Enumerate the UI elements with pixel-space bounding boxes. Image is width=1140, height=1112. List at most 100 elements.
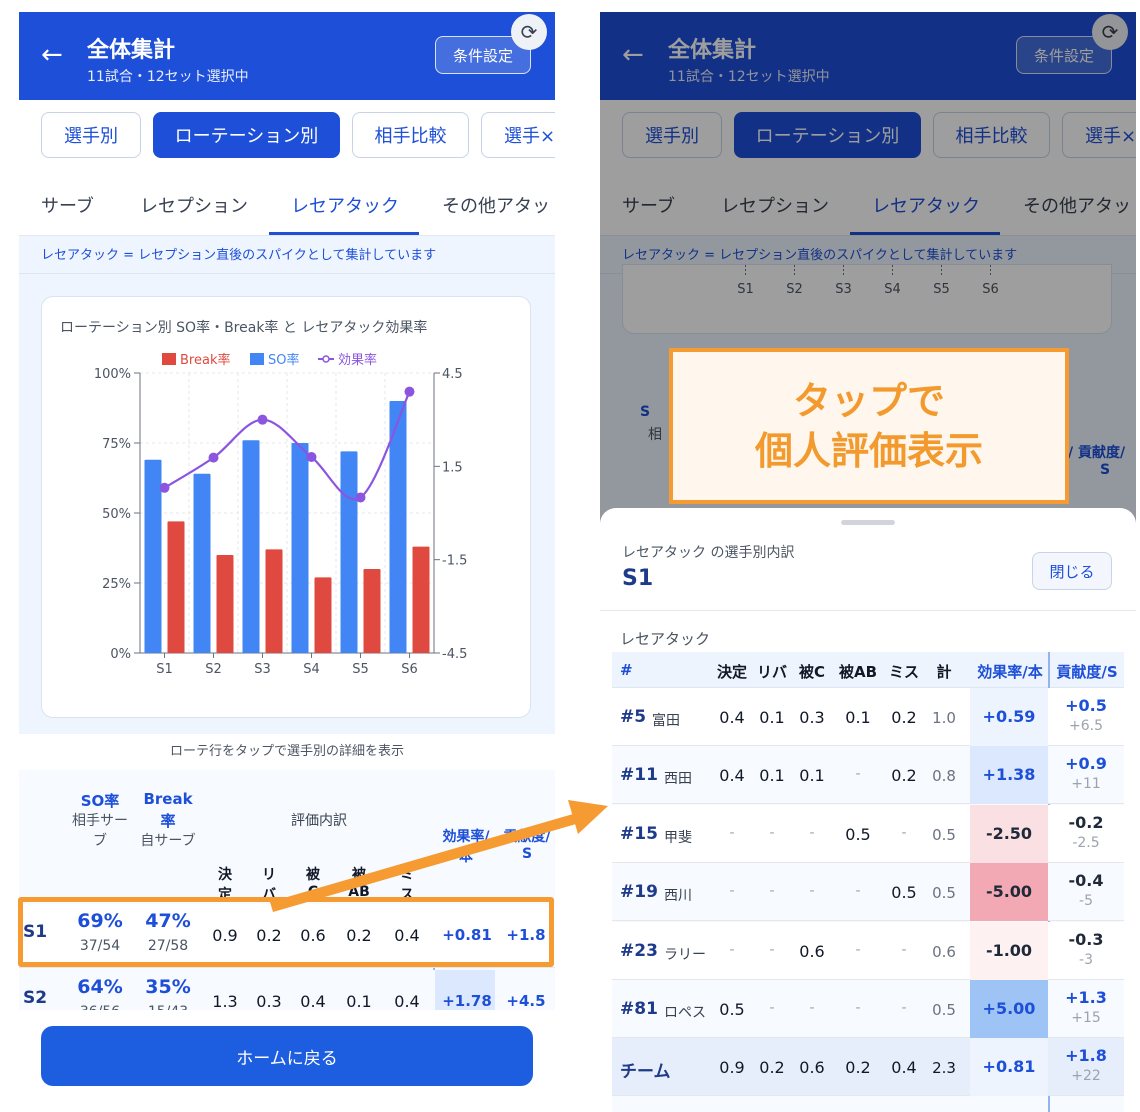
eval-value: - bbox=[855, 766, 861, 783]
y2-tick-label: 1.5 bbox=[442, 460, 463, 475]
col-header-so-sub: ブ bbox=[93, 833, 107, 849]
eval-value: - bbox=[809, 1000, 815, 1016]
col-header-eff: 効果率/ bbox=[442, 829, 490, 845]
eff-value: -1.00 bbox=[985, 940, 1033, 960]
player-number: #23 bbox=[620, 940, 658, 961]
contrib-value: -0.3 bbox=[1068, 929, 1104, 949]
rotation-row[interactable]: S2 64% 36/56 35% 15/43 1.3 0.3 0.4 0.1 0.4 +1.78 +4… bbox=[19, 970, 555, 1010]
eval-value: 0.6 bbox=[799, 941, 825, 961]
player-row[interactable]: #15 甲斐 - - - 0.5 - 0.5 -2.50 -0.2 -2.5 bbox=[612, 804, 1124, 863]
tab-serve[interactable]: サーブ bbox=[41, 192, 94, 218]
eff-value: +1.38 bbox=[982, 765, 1036, 785]
bar-break[interactable] bbox=[167, 521, 185, 653]
rotation-chart: 100% 75% 50% 25% 0% 4.5 1.5 -1.5 -4.5 S1 S2 S3 S4 S5 S… bbox=[94, 352, 468, 677]
eval-value: 0.9 bbox=[719, 1058, 745, 1078]
effect-point[interactable] bbox=[355, 492, 366, 503]
player-row[interactable]: #5 富田 0.4 0.1 0.3 0.1 0.2 1.0 +0.59 +0.5 +6.5 bbox=[612, 688, 1124, 746]
eval-value: 0.5 bbox=[891, 883, 917, 903]
eval-value: - bbox=[901, 824, 907, 841]
col-header-so-sub: 相手サー bbox=[72, 813, 128, 829]
eval-value: 0.4 bbox=[394, 992, 420, 1010]
player-name: 西川 bbox=[664, 888, 692, 905]
col-header-contrib: 貢献度/ bbox=[503, 829, 551, 845]
tab-rece-attack[interactable]: レセアタック bbox=[291, 192, 399, 218]
column-header: 計 bbox=[936, 663, 952, 681]
page-title: 全体集計 bbox=[87, 38, 176, 63]
effect-point[interactable] bbox=[257, 414, 268, 425]
eval-value: 0.4 bbox=[719, 708, 745, 727]
eval-value: 0.6 bbox=[799, 1058, 825, 1078]
pill-opponent-compare[interactable]: 相手比較 bbox=[352, 112, 469, 158]
contrib-sub-value: -5 bbox=[1079, 893, 1093, 910]
player-row[interactable]: #11 西田 0.4 0.1 0.1 - 0.2 0.8 +1.38 +0.9 +11 bbox=[612, 746, 1124, 805]
eval-value: - bbox=[855, 941, 861, 958]
column-header: ミス bbox=[888, 663, 919, 681]
bar-so[interactable] bbox=[242, 440, 260, 653]
bar-so[interactable] bbox=[144, 459, 162, 653]
page-subtitle: 11試合・12セット選択中 bbox=[87, 69, 249, 85]
sheet-subtitle: レセアタック の選手別内訳 bbox=[622, 545, 795, 561]
eval-value: 0.2 bbox=[759, 1058, 785, 1078]
y2-tick-label: -4.5 bbox=[442, 647, 467, 662]
total-value: 0.5 bbox=[932, 1001, 956, 1019]
x-tick-label: S5 bbox=[352, 662, 369, 677]
col-header-contrib: S bbox=[521, 846, 533, 862]
eval-value: 0.5 bbox=[845, 824, 871, 844]
eval-value: - bbox=[855, 1000, 861, 1016]
effect-point[interactable] bbox=[404, 386, 415, 397]
player-row[interactable]: #23 ラリー - - 0.6 - - 0.6 -1.00 -0.3 -3 bbox=[612, 921, 1124, 980]
player-number: #11 bbox=[620, 765, 658, 786]
active-tab-indicator bbox=[269, 232, 419, 235]
total-value: 0.8 bbox=[932, 767, 956, 786]
pill-player-cross[interactable]: 選手× bbox=[481, 112, 555, 158]
tab-other-attack[interactable]: その他アタッ・ bbox=[442, 192, 555, 218]
contrib-sub-value: +22 bbox=[1071, 1068, 1101, 1085]
eval-value: - bbox=[729, 941, 735, 958]
y-tick-label: 75% bbox=[102, 437, 131, 452]
bar-break[interactable] bbox=[314, 577, 332, 653]
effect-point[interactable] bbox=[306, 452, 317, 462]
team-row[interactable]: チーム 0.9 0.2 0.6 0.2 0.4 2.3 +0.81 +1.8 +22 bbox=[612, 1038, 1124, 1097]
pill-by-player[interactable]: 選手別 bbox=[41, 112, 141, 158]
tab-reception[interactable]: レセプション bbox=[140, 192, 248, 218]
sheet-handle[interactable] bbox=[841, 520, 895, 525]
stat-tabs: サーブ レセプション レセアタック その他アタッ・ bbox=[19, 178, 555, 236]
bar-break[interactable] bbox=[265, 549, 283, 653]
callout-line-2: 個人評価表示 bbox=[754, 429, 983, 473]
refresh-icon[interactable]: ⟳ bbox=[511, 14, 547, 50]
player-name: 甲斐 bbox=[664, 829, 692, 846]
contrib-value: -0.4 bbox=[1068, 871, 1104, 891]
x-tick-label: S2 bbox=[205, 662, 222, 677]
player-breakdown-sheet: レセアタック の選手別内訳 S1 閉じる レセアタック # 決定 リバ 被C 被AB ミス… bbox=[600, 508, 1136, 1112]
y-tick-label: 25% bbox=[102, 577, 131, 592]
back-arrow-icon[interactable]: ← bbox=[41, 40, 63, 70]
player-number: #19 bbox=[620, 882, 658, 903]
eval-value: 0.1 bbox=[759, 708, 785, 727]
eval-value: 0.3 bbox=[799, 708, 825, 727]
contrib-sub-value: +6.5 bbox=[1069, 718, 1103, 734]
effect-point[interactable] bbox=[159, 482, 170, 493]
contrib-value: +0.5 bbox=[1065, 696, 1107, 715]
y-tick-label: 50% bbox=[102, 507, 131, 522]
eval-value: 0.2 bbox=[845, 1058, 871, 1078]
player-row[interactable]: #81 ロペス 0.5 - - - - 0.5 +5.00 +1.3 +15 bbox=[612, 980, 1124, 1038]
bar-break[interactable] bbox=[363, 569, 381, 653]
legend-point-effect bbox=[322, 355, 330, 363]
home-button[interactable]: ホームに戻る bbox=[41, 1026, 533, 1086]
rotation-label: S2 bbox=[23, 988, 48, 1008]
eff-value: +1.78 bbox=[442, 992, 492, 1010]
close-button[interactable]: 閉じる bbox=[1032, 552, 1112, 590]
bar-so[interactable] bbox=[291, 443, 309, 653]
eval-value: 0.2 bbox=[891, 708, 917, 727]
bar-break[interactable] bbox=[412, 546, 430, 653]
effect-point[interactable] bbox=[208, 452, 219, 463]
bar-so[interactable] bbox=[193, 473, 211, 653]
player-row[interactable]: #19 西川 - - - - 0.5 0.5 -5.00 -0.4 -5 bbox=[612, 863, 1124, 922]
right-screen: ← 全体集計 11試合・12セット選択中 条件設定 ⟳ 選手別 ローテーション別… bbox=[600, 12, 1136, 1112]
bar-so[interactable] bbox=[340, 451, 358, 653]
pill-by-rotation[interactable]: ローテーション別 bbox=[153, 112, 340, 158]
contrib-value: +1.8 bbox=[1065, 1046, 1107, 1066]
bar-break[interactable] bbox=[216, 555, 234, 653]
total-value: 1.0 bbox=[932, 709, 956, 727]
eval-value: 0.1 bbox=[346, 992, 372, 1010]
